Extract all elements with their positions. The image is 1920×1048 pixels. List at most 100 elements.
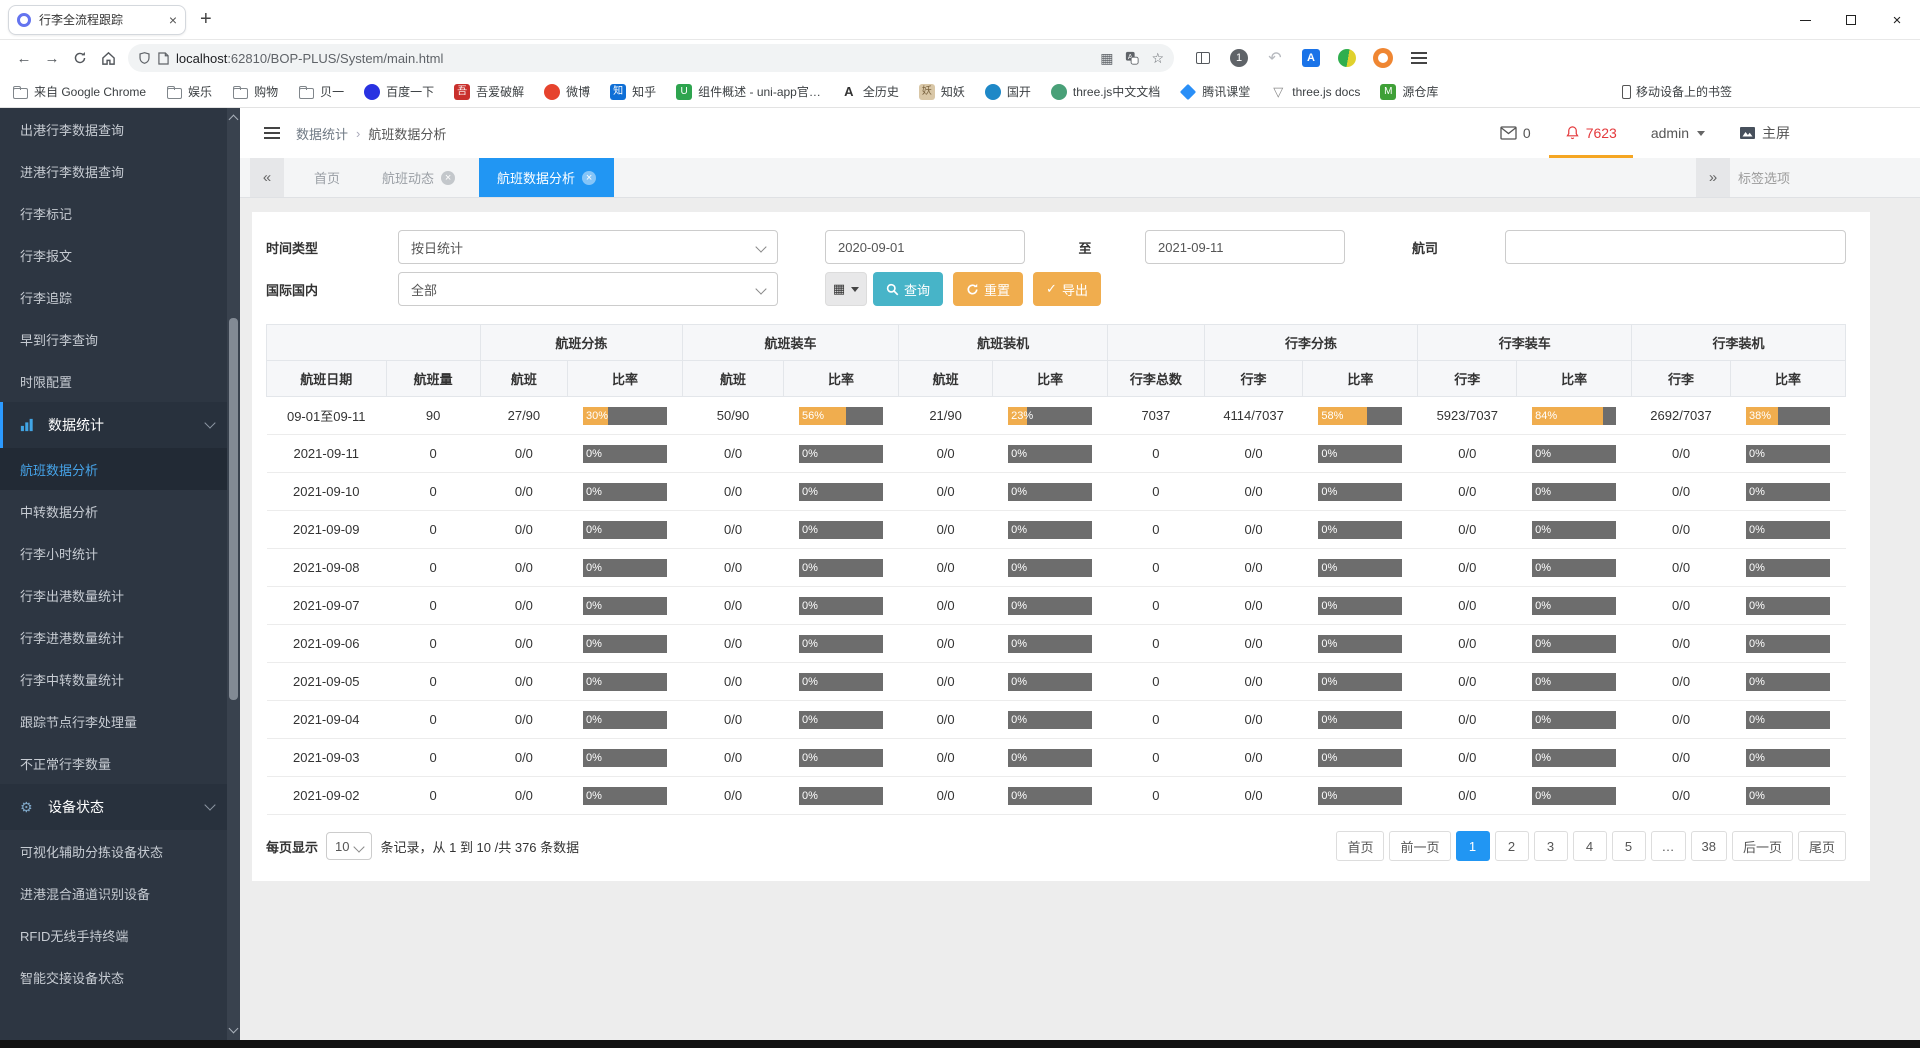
messages-button[interactable]: 0	[1500, 125, 1531, 141]
column-header[interactable]: 比率	[1303, 361, 1418, 397]
window-close-button[interactable]: ×	[1874, 0, 1920, 40]
column-header[interactable]: 行李	[1204, 361, 1303, 397]
sidebar-item-baggage-hour-stats[interactable]: 行李小时统计	[0, 532, 240, 574]
browser-menu-icon[interactable]	[1408, 47, 1430, 69]
column-header[interactable]: 航班	[682, 361, 783, 397]
bookmark-52pojie[interactable]: 吾吾爱破解	[454, 83, 524, 100]
profile-avatar[interactable]	[1372, 47, 1394, 69]
translate-icon[interactable]: A	[1125, 51, 1139, 65]
table-row[interactable]: 2021-09-0600/00%0/00%0/00%00/00%0/00%0/0…	[267, 625, 1846, 663]
page-button[interactable]: 前一页	[1389, 831, 1450, 861]
per-page-select[interactable]: 10	[326, 832, 372, 860]
page-button[interactable]: 5	[1612, 831, 1646, 861]
page-button[interactable]: 38	[1691, 831, 1727, 861]
table-row[interactable]: 2021-09-0400/00%0/00%0/00%00/00%0/00%0/0…	[267, 701, 1846, 739]
table-row[interactable]: 2021-09-1100/00%0/00%0/00%00/00%0/00%0/0…	[267, 435, 1846, 473]
table-row[interactable]: 2021-09-1000/00%0/00%0/00%00/00%0/00%0/0…	[267, 473, 1846, 511]
sidebar-item-baggage-depart-count[interactable]: 行李出港数量统计	[0, 574, 240, 616]
menu-toggle-icon[interactable]	[264, 127, 280, 139]
column-header[interactable]: 比率	[568, 361, 683, 397]
column-header[interactable]: 航班量	[386, 361, 480, 397]
page-button[interactable]: 3	[1534, 831, 1568, 861]
table-row[interactable]: 2021-09-0500/00%0/00%0/00%00/00%0/00%0/0…	[267, 663, 1846, 701]
tab-options-button[interactable]: 标签选项	[1738, 158, 1790, 197]
table-row[interactable]: 2021-09-0900/00%0/00%0/00%00/00%0/00%0/0…	[267, 511, 1846, 549]
sidebar-item-node-baggage-volume[interactable]: 跟踪节点行李处理量	[0, 700, 240, 742]
sidebar-item-smart-handover-device[interactable]: 智能交接设备状态	[0, 956, 240, 998]
forward-icon[interactable]: →	[38, 44, 66, 72]
table-row[interactable]: 2021-09-0200/00%0/00%0/00%00/00%0/00%0/0…	[267, 777, 1846, 815]
sidebar-item-baggage-transfer-count[interactable]: 行李中转数量统计	[0, 658, 240, 700]
close-icon[interactable]: ×	[441, 171, 455, 185]
tabs-scroll-right-button[interactable]: »	[1696, 158, 1730, 197]
close-icon[interactable]: ×	[169, 12, 177, 28]
bookmark-zhihu[interactable]: 知知乎	[610, 83, 656, 100]
table-row[interactable]: 2021-09-0300/00%0/00%0/00%00/00%0/00%0/0…	[267, 739, 1846, 777]
undo-icon[interactable]: ↶	[1264, 47, 1286, 69]
column-header[interactable]: 比率	[1730, 361, 1845, 397]
scroll-up-icon[interactable]	[229, 115, 239, 125]
page-tab-flight-dynamics[interactable]: 航班动态×	[364, 158, 473, 197]
green-extension-icon[interactable]	[1336, 47, 1358, 69]
sidebar-item-rfid-handheld-terminal[interactable]: RFID无线手持终端	[0, 914, 240, 956]
sidebar-item-baggage-mark[interactable]: 行李标记	[0, 192, 240, 234]
column-header[interactable]: 行李	[1632, 361, 1731, 397]
page-tab-home[interactable]: 首页	[296, 158, 358, 197]
bookmark-zhiyao[interactable]: 妖知妖	[919, 83, 965, 100]
page-tab-flight-data-analysis[interactable]: 航班数据分析×	[479, 158, 614, 197]
page-icon[interactable]	[158, 52, 169, 65]
bookmark-yuanck[interactable]: M源仓库	[1380, 83, 1438, 100]
bookmark-threejs-docs[interactable]: ▽three.js docs	[1270, 84, 1360, 100]
bookmark-baidu[interactable]: 百度一下	[364, 83, 434, 100]
sidebar-item-baggage-message[interactable]: 行李报文	[0, 234, 240, 276]
column-header[interactable]: 航班日期	[267, 361, 387, 397]
page-button[interactable]: 2	[1495, 831, 1529, 861]
main-screen-button[interactable]: 主屏	[1739, 123, 1790, 143]
bookmark-guokai[interactable]: 国开	[985, 83, 1031, 100]
scroll-down-icon[interactable]	[229, 1024, 239, 1034]
column-header[interactable]: 航班	[899, 361, 993, 397]
bookmark-folder[interactable]: 购物	[232, 83, 278, 100]
home-icon[interactable]	[94, 44, 122, 72]
date-from-input[interactable]	[825, 230, 1025, 264]
bookmark-folder[interactable]: 娱乐	[166, 83, 212, 100]
column-header[interactable]: 比率	[1517, 361, 1632, 397]
page-button[interactable]: 尾页	[1798, 831, 1846, 861]
reset-button[interactable]: 重置	[953, 272, 1023, 306]
user-menu[interactable]: admin	[1651, 125, 1705, 141]
sidebar-item-early-baggage-query[interactable]: 早到行李查询	[0, 318, 240, 360]
page-button[interactable]: 后一页	[1732, 831, 1793, 861]
sidebar-scrollbar[interactable]	[227, 108, 240, 1040]
refresh-icon[interactable]	[66, 44, 94, 72]
notifications-button[interactable]: 7623	[1565, 108, 1617, 158]
bookmark-folder[interactable]: 来自 Google Chrome	[12, 83, 146, 100]
page-button[interactable]: …	[1651, 831, 1686, 861]
sidebar-item-visual-sorting-device[interactable]: 可视化辅助分拣设备状态	[0, 830, 240, 872]
column-header[interactable]: 比率	[784, 361, 899, 397]
column-header[interactable]: 行李	[1418, 361, 1517, 397]
sidebar-item-baggage-arrive-count[interactable]: 行李进港数量统计	[0, 616, 240, 658]
page-button[interactable]: 4	[1573, 831, 1607, 861]
tabs-scroll-left-button[interactable]: «	[250, 158, 284, 197]
time-type-select[interactable]: 按日统计	[398, 230, 778, 264]
split-screen-icon[interactable]	[1192, 47, 1214, 69]
sidebar-item-baggage-trace[interactable]: 行李追踪	[0, 276, 240, 318]
address-bar[interactable]: localhost:62810/BOP-PLUS/System/main.htm…	[128, 44, 1174, 72]
back-icon[interactable]: ←	[10, 44, 38, 72]
bookmark-folder[interactable]: 贝一	[298, 83, 344, 100]
bookmark-tencent-class[interactable]: 腾讯课堂	[1180, 83, 1250, 100]
sidebar-group-data-statistics[interactable]: 数据统计	[0, 402, 240, 448]
bookmark-star-icon[interactable]: ☆	[1151, 50, 1164, 67]
table-row[interactable]: 2021-09-0800/00%0/00%0/00%00/00%0/00%0/0…	[267, 549, 1846, 587]
bookmark-allhistory[interactable]: A全历史	[841, 83, 899, 100]
bookmark-uniapp[interactable]: U组件概述 - uni-app官…	[676, 83, 821, 100]
airline-input[interactable]	[1505, 230, 1846, 264]
sidebar-item-flight-data-analysis[interactable]: 航班数据分析	[0, 448, 240, 490]
page-button[interactable]: 1	[1456, 831, 1490, 861]
breadcrumb-parent[interactable]: 数据统计	[296, 124, 348, 143]
bookmark-threejs-cn[interactable]: three.js中文文档	[1051, 83, 1160, 100]
column-header[interactable]: 航班	[480, 361, 567, 397]
sidebar-item-arrive-baggage-query[interactable]: 进港行李数据查询	[0, 150, 240, 192]
table-row[interactable]: 2021-09-0700/00%0/00%0/00%00/00%0/00%0/0…	[267, 587, 1846, 625]
shield-icon[interactable]	[138, 51, 151, 65]
